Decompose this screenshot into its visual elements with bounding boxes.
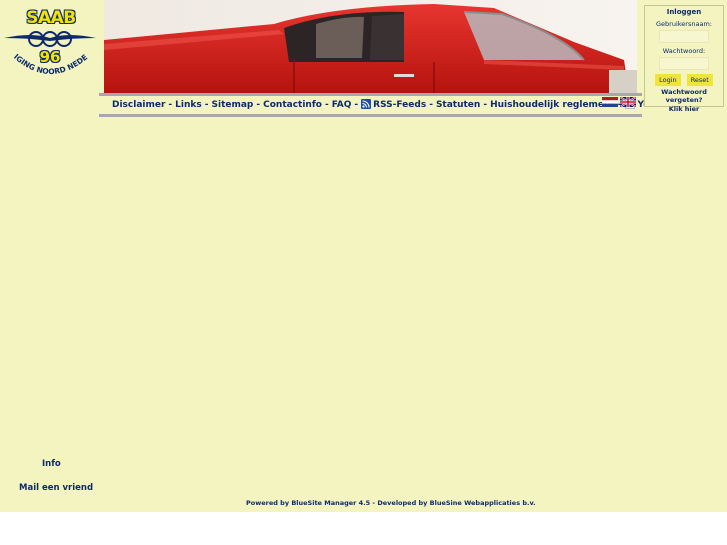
sidebar-link-info[interactable]: Info (42, 459, 61, 469)
nav-link-sitemap[interactable]: Sitemap (212, 100, 254, 110)
rss-icon[interactable] (361, 99, 372, 109)
nav-separator: - (483, 100, 488, 110)
nav-separator: - (324, 100, 329, 110)
nav-separator: - (354, 100, 359, 110)
login-panel: Inloggen Gebruikersnaam: Wachtwoord: Log… (644, 5, 724, 113)
login-button[interactable]: Login (655, 74, 681, 86)
nav-separator: - (168, 100, 173, 110)
click-here-link[interactable]: Klik hier (645, 105, 723, 113)
logo-arc-text: VERENIGING NOORD NEDERLAND (2, 48, 89, 76)
nav-separator: - (256, 100, 261, 110)
password-label: Wachtwoord: (662, 47, 706, 55)
club-logo[interactable]: SAAB 96 VERENIGING NOORD NEDERLAND (2, 8, 98, 86)
main-nav: Disclaimer - Links - Sitemap - Contactin… (112, 97, 680, 112)
password-input[interactable] (659, 57, 709, 70)
sidebar-link-mail-friend[interactable]: Mail een vriend (19, 483, 93, 493)
nav-separator: - (204, 100, 209, 110)
dutch-flag-icon[interactable] (602, 97, 618, 107)
forgot-password-link[interactable]: Wachtwoord vergeten? (645, 88, 723, 104)
reset-button[interactable]: Reset (686, 74, 713, 86)
login-title: Inloggen (666, 8, 702, 16)
nav-separator: - (429, 100, 433, 110)
nav-divider-bottom (99, 114, 642, 117)
nav-link-huishoudelijk-reglement[interactable]: Huishoudelijk reglement (490, 100, 615, 110)
nav-link-disclaimer[interactable]: Disclaimer (112, 100, 165, 110)
nav-link-faq[interactable]: FAQ (332, 100, 352, 110)
login-button-row: Login Reset (645, 74, 723, 86)
nav-link-statuten[interactable]: Statuten (436, 100, 480, 110)
nav-link-contactinfo[interactable]: Contactinfo (263, 100, 322, 110)
svg-text:VERENIGING NOORD NEDERLAND: VERENIGING NOORD NEDERLAND (2, 48, 89, 76)
footer-credits[interactable]: Powered by BlueSite Manager 4.5 - Develo… (246, 499, 536, 507)
english-flag-icon[interactable] (620, 97, 636, 107)
username-input[interactable] (659, 30, 709, 43)
username-label: Gebruikersnaam: (656, 20, 712, 28)
nav-divider-top (99, 93, 642, 96)
nav-link-links[interactable]: Links (175, 100, 202, 110)
header-car-photo (104, 0, 637, 93)
nav-link-rss-feeds[interactable]: RSS-Feeds (373, 100, 426, 110)
